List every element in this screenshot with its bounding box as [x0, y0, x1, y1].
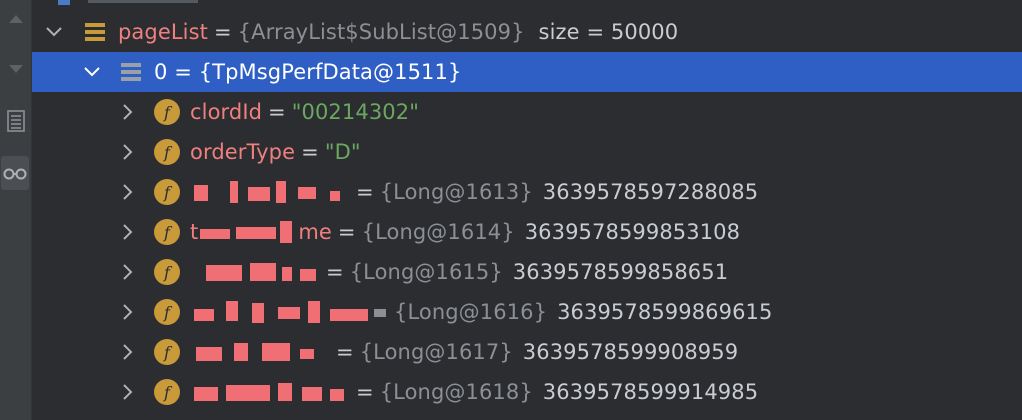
- equals-sign: =: [213, 20, 232, 44]
- field-name: orderType: [190, 140, 296, 164]
- selected-item-label: 0 = {TpMsgPerfData@1511}: [154, 60, 462, 84]
- chevron-right-icon[interactable]: [118, 102, 138, 122]
- redacted-field-name: [190, 339, 330, 365]
- tree-row-field[interactable]: f = {Long@1615} 3639578599858651: [32, 252, 1022, 292]
- type-reference: {ArrayList$SubList@1509}: [237, 20, 525, 44]
- chevron-right-icon[interactable]: [118, 182, 138, 202]
- equals-sign: =: [326, 260, 344, 284]
- field-icon: f: [154, 299, 180, 325]
- field-name: clordId: [190, 100, 263, 124]
- field-value: "00214302": [291, 100, 419, 124]
- tree-row-field[interactable]: f = {Long@1617} 3639578599908959: [32, 332, 1022, 372]
- variables-tree: pageList = {ArrayList$SubList@1509} size…: [32, 12, 1022, 412]
- arrow-up-icon[interactable]: [0, 2, 31, 36]
- debugger-variables-panel: pageList = {ArrayList$SubList@1509} size…: [0, 0, 1022, 420]
- chevron-right-icon[interactable]: [118, 222, 138, 242]
- debugger-gutter: [0, 0, 32, 420]
- redacted-field-name: [198, 219, 298, 245]
- chevron-down-icon[interactable]: [44, 22, 64, 42]
- list-icon: [85, 23, 105, 41]
- arrow-down-icon[interactable]: [0, 52, 31, 86]
- chevron-right-icon[interactable]: [118, 142, 138, 162]
- equals-sign: =: [356, 180, 374, 204]
- field-icon: f: [154, 179, 180, 205]
- field-value: "D": [324, 140, 361, 164]
- type-reference: {Long@1616}: [394, 300, 548, 324]
- size-text: size = 50000: [538, 20, 679, 44]
- tree-row-field[interactable]: f = {Long@1618} 3639578599914985: [32, 372, 1022, 412]
- type-reference: {Long@1614}: [361, 220, 515, 244]
- redacted-field-name: [190, 299, 390, 325]
- tree-row-field[interactable]: f clordId = "00214302": [32, 92, 1022, 132]
- field-name-visible-part: t: [190, 220, 199, 244]
- tree-row-page-list[interactable]: pageList = {ArrayList$SubList@1509} size…: [32, 12, 1022, 52]
- list-view-icon[interactable]: [0, 104, 31, 138]
- tree-row-field[interactable]: f orderType = "D": [32, 132, 1022, 172]
- tree-row-selected-item[interactable]: 0 = {TpMsgPerfData@1511}: [32, 52, 1022, 92]
- tree-row-field[interactable]: f {Long@1616} 3639578599869615: [32, 292, 1022, 332]
- equals-sign: =: [337, 220, 356, 244]
- field-value: 3639578599914985: [542, 380, 759, 404]
- field-icon: f: [154, 259, 180, 285]
- field-value: 3639578599869615: [557, 300, 773, 324]
- redacted-field-name: [190, 179, 350, 205]
- equals-sign: =: [356, 380, 374, 404]
- redacted-field-name: [190, 379, 350, 405]
- field-name-visible-part: me: [298, 220, 332, 244]
- glasses-icon[interactable]: [1, 156, 29, 190]
- tree-row-field[interactable]: f t me = {Long@1614} 3639578599853108: [32, 212, 1022, 252]
- field-value: 3639578597288085: [542, 180, 759, 204]
- equals-sign: =: [301, 140, 319, 164]
- field-value: 3639578599853108: [524, 220, 741, 244]
- list-icon: [121, 63, 141, 81]
- field-icon: f: [154, 379, 180, 405]
- equals-sign: =: [268, 100, 286, 124]
- chevron-right-icon[interactable]: [118, 382, 138, 402]
- field-value: 3639578599908959: [522, 340, 739, 364]
- tree-row-field[interactable]: f = {Long@1613} 3639578597288085: [32, 172, 1022, 212]
- chevron-right-icon[interactable]: [118, 262, 138, 282]
- field-value: 3639578599858651: [512, 260, 729, 284]
- field-icon: f: [154, 219, 180, 245]
- redacted-field-name: [190, 259, 320, 285]
- type-reference: {Long@1613}: [379, 180, 533, 204]
- field-icon: f: [154, 339, 180, 365]
- type-reference: {Long@1618}: [379, 380, 533, 404]
- equals-sign: =: [336, 340, 354, 364]
- chevron-right-icon[interactable]: [118, 302, 138, 322]
- previous-row-fragment: [40, 0, 200, 8]
- chevron-right-icon[interactable]: [118, 342, 138, 362]
- variable-name: pageList: [118, 20, 208, 44]
- type-reference: {Long@1615}: [349, 260, 503, 284]
- chevron-down-icon[interactable]: [82, 62, 102, 82]
- field-icon: f: [154, 99, 180, 125]
- type-reference: {Long@1617}: [359, 340, 513, 364]
- field-icon: f: [154, 139, 180, 165]
